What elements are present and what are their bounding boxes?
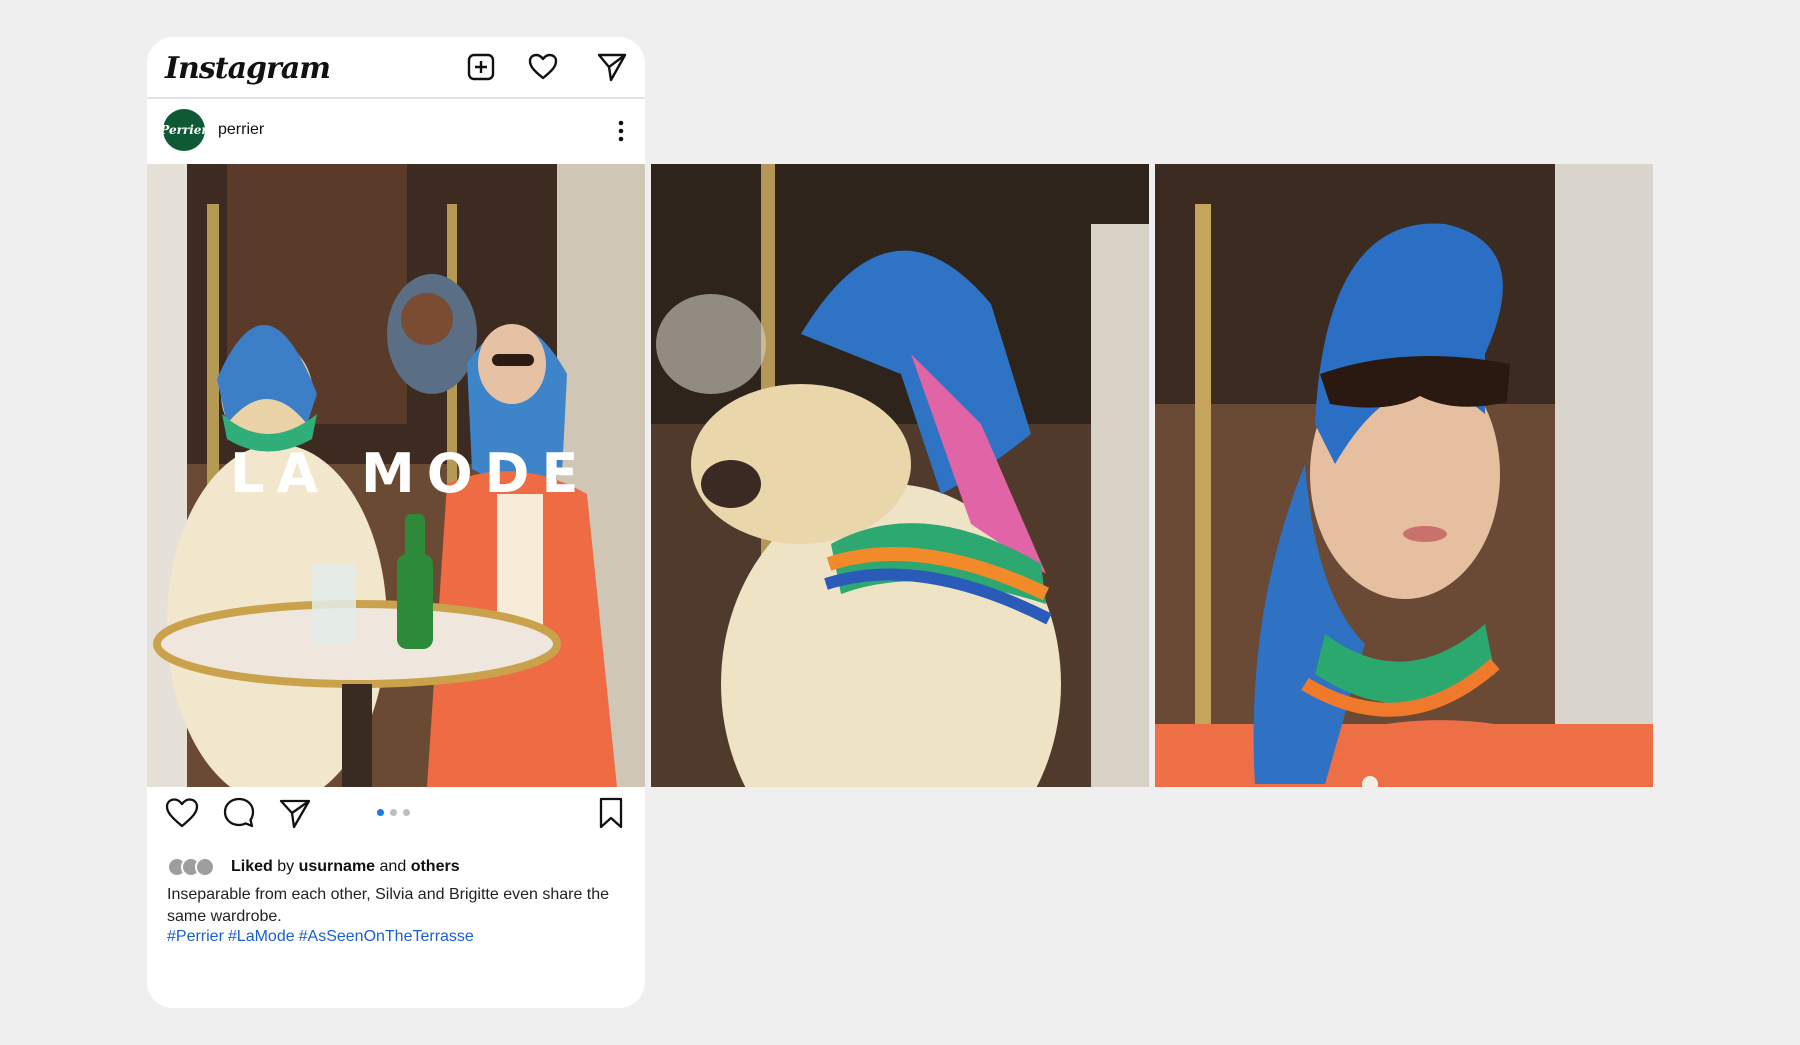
hashtag-link[interactable]: #Perrier <box>167 928 224 945</box>
liked-by: Liked by usurname and others <box>167 857 460 877</box>
app-header: Instagram <box>147 37 645 99</box>
hashtag-link[interactable]: #AsSeenOnTheTerrasse <box>299 928 474 945</box>
carousel-dot <box>377 809 384 816</box>
carousel-photo-3[interactable] <box>1155 164 1653 787</box>
avatar[interactable]: Perrier <box>160 109 208 151</box>
woman-portrait-illustration <box>1155 164 1653 787</box>
liked-user[interactable]: usurname <box>299 858 375 876</box>
heart-icon[interactable] <box>527 51 559 83</box>
post-caption: Inseparable from each other, Silvia and … <box>167 886 610 925</box>
hashtag-link[interactable]: #LaMode <box>228 928 295 945</box>
new-post-icon[interactable] <box>465 51 497 83</box>
instagram-logo[interactable]: Instagram <box>165 51 331 86</box>
bookmark-icon[interactable] <box>593 795 629 831</box>
liked-and-text: and <box>379 858 407 875</box>
comment-icon[interactable] <box>221 795 257 831</box>
liked-prefix: Liked <box>231 858 273 875</box>
more-options-icon[interactable] <box>613 117 629 145</box>
hashtags: #Perrier #LaMode #AsSeenOnTheTerrasse <box>167 928 478 946</box>
carousel-photo-1[interactable]: LA MODE <box>147 164 645 787</box>
carousel-dot <box>390 809 397 816</box>
dog-portrait-illustration <box>651 164 1149 787</box>
liked-others[interactable]: others <box>411 858 460 876</box>
overlay-title: LA MODE <box>230 442 591 505</box>
post-actions <box>147 795 645 845</box>
like-icon[interactable] <box>164 795 200 831</box>
carousel-dot <box>403 809 410 816</box>
post-header: Perrier perrier <box>147 99 645 163</box>
carousel-indicator <box>377 809 410 816</box>
liked-avatars <box>167 857 219 877</box>
send-icon[interactable] <box>596 51 628 83</box>
share-icon[interactable] <box>277 795 313 831</box>
liker-avatar <box>195 857 215 877</box>
post-username[interactable]: perrier <box>218 121 264 139</box>
carousel-photo-2[interactable] <box>651 164 1149 787</box>
liked-by-text: by <box>277 858 295 875</box>
